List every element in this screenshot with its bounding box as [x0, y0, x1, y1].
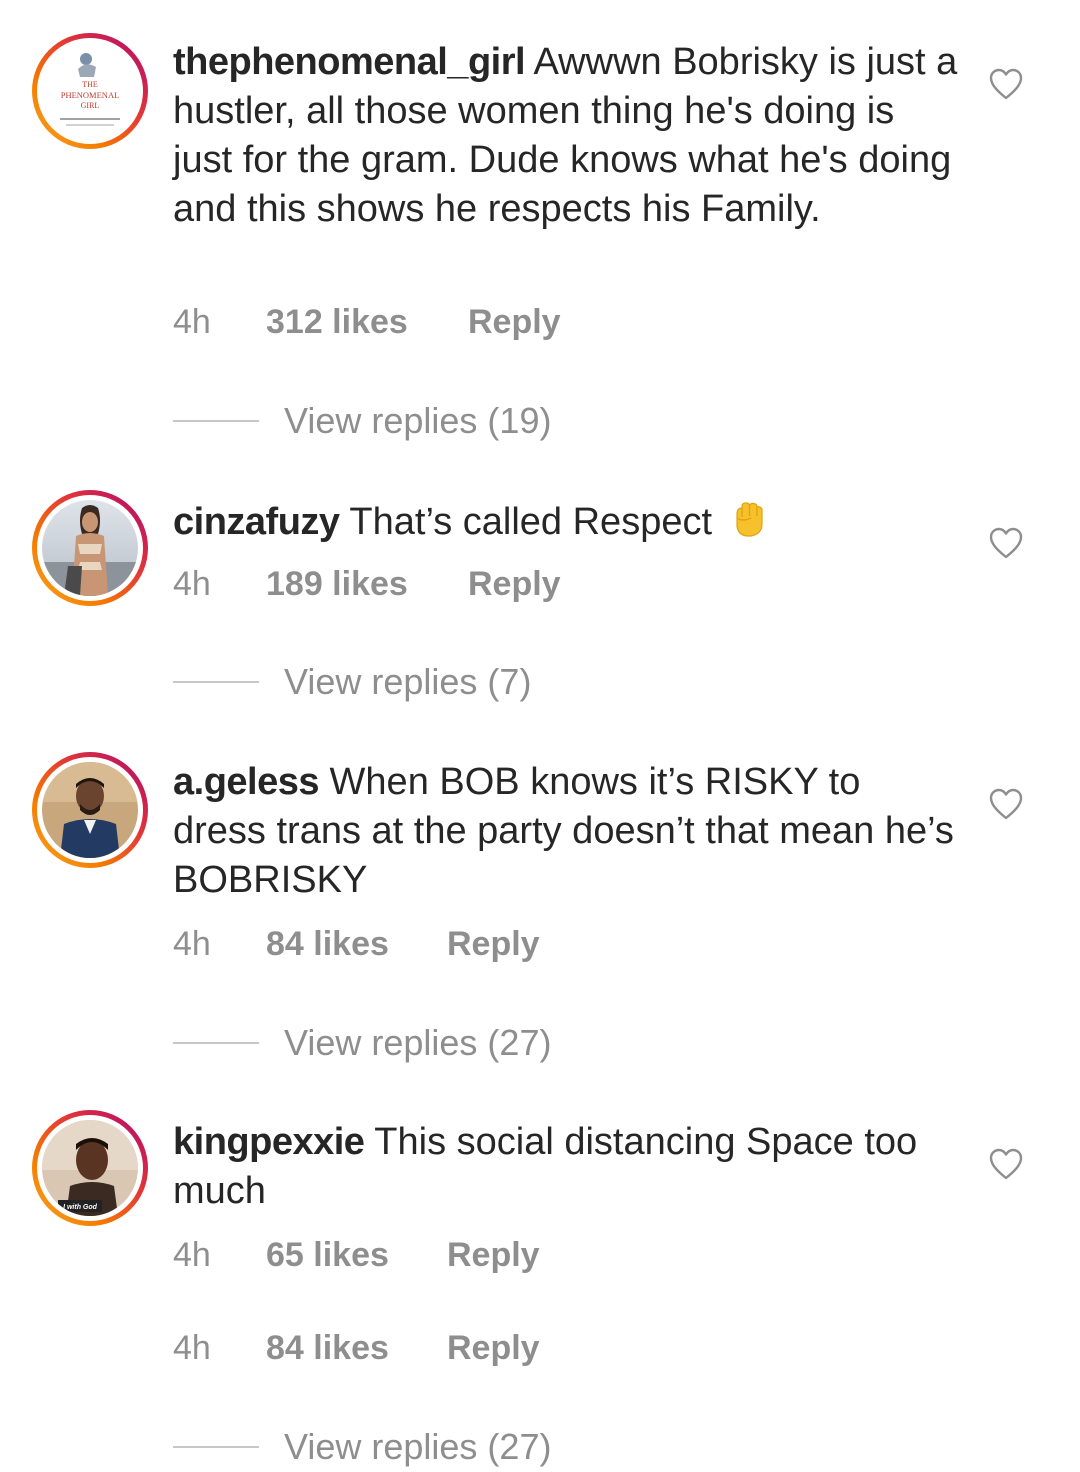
avatar[interactable]: I with God: [32, 1110, 148, 1226]
comment-likes[interactable]: 312 likes: [266, 303, 408, 342]
view-replies-divider: [173, 1042, 259, 1044]
raised-fist-icon: [735, 502, 763, 537]
avatar-caption: I with God: [63, 1204, 98, 1211]
view-replies-button[interactable]: View replies (19): [173, 400, 673, 442]
comment-likes[interactable]: 84 likes: [266, 1329, 389, 1368]
avatar[interactable]: THE PHENOMENAL GIRL: [32, 33, 148, 149]
avatar-logo-image: THE PHENOMENAL GIRL: [43, 44, 137, 138]
comment-username[interactable]: a.geless: [173, 761, 320, 803]
comment-text: That’s called Respect: [339, 501, 723, 543]
comment-body: thephenomenal_girl Awwwn Bobrisky is jus…: [173, 38, 963, 234]
reply-button[interactable]: Reply: [447, 1329, 540, 1368]
avatar[interactable]: [32, 490, 148, 606]
comment-meta: 4h 189 likes Reply: [173, 565, 773, 605]
comment-item: a.geless When BOB knows it’s RISKY to dr…: [0, 730, 1080, 1090]
svg-text:PHENOMENAL: PHENOMENAL: [61, 90, 120, 100]
view-replies-label[interactable]: View replies (7): [284, 661, 531, 703]
comment-time: 4h: [173, 303, 211, 341]
comment-item: I with God kingpexxie This social distan…: [0, 1090, 1080, 1472]
like-heart-icon[interactable]: [988, 526, 1024, 560]
avatar[interactable]: [32, 752, 148, 868]
avatar-photo-image: [42, 500, 138, 596]
view-replies-button[interactable]: View replies (7): [173, 661, 673, 703]
avatar-logo-text: THE: [82, 80, 98, 89]
comment-body: cinzafuzy That’s called Respect ✊: [173, 498, 963, 547]
view-replies-label[interactable]: View replies (27): [284, 1426, 551, 1468]
comment-time: 4h: [173, 565, 211, 603]
reply-button[interactable]: Reply: [447, 925, 540, 964]
comment-item: cinzafuzy That’s called Respect ✊ 4h 189…: [0, 460, 1080, 730]
comment-time: 4h: [173, 925, 211, 963]
avatar-photo-image: I with God: [42, 1120, 138, 1216]
comment-meta: 4h 312 likes Reply: [173, 303, 773, 343]
view-replies-divider: [173, 420, 259, 422]
view-replies-label[interactable]: View replies (19): [284, 400, 551, 442]
comment-item: THE PHENOMENAL GIRL thephenomenal_girl A…: [0, 0, 1080, 460]
comment-username[interactable]: thephenomenal_girl: [173, 41, 526, 83]
comment-meta: 4h 84 likes Reply: [173, 925, 773, 965]
avatar-photo-image: [42, 762, 138, 858]
comment-meta: 4h 65 likes Reply: [173, 1236, 773, 1276]
comment-time: 4h: [173, 1236, 211, 1274]
comment-time: 4h: [173, 1329, 211, 1367]
comment-body: kingpexxie This social distancing Space …: [173, 1118, 963, 1216]
comment-likes[interactable]: 65 likes: [266, 1236, 389, 1275]
view-replies-button[interactable]: View replies (27): [173, 1022, 673, 1064]
reply-button[interactable]: Reply: [447, 1236, 540, 1275]
like-heart-icon[interactable]: [988, 1147, 1024, 1181]
comment-meta: 4h 84 likes Reply: [173, 1329, 773, 1369]
view-replies-divider: [173, 681, 259, 683]
like-heart-icon[interactable]: [988, 67, 1024, 101]
comment-username[interactable]: kingpexxie: [173, 1121, 365, 1163]
like-heart-icon[interactable]: [988, 787, 1024, 821]
comment-username[interactable]: cinzafuzy: [173, 501, 340, 543]
reply-button[interactable]: Reply: [468, 565, 561, 604]
reply-button[interactable]: Reply: [468, 303, 561, 342]
comment-likes[interactable]: 189 likes: [266, 565, 408, 604]
view-replies-divider: [173, 1446, 259, 1448]
view-replies-button[interactable]: View replies (27): [173, 1426, 673, 1468]
svg-text:GIRL: GIRL: [81, 101, 100, 110]
comment-likes[interactable]: 84 likes: [266, 925, 389, 964]
comment-body: a.geless When BOB knows it’s RISKY to dr…: [173, 758, 963, 905]
view-replies-label[interactable]: View replies (27): [284, 1022, 551, 1064]
